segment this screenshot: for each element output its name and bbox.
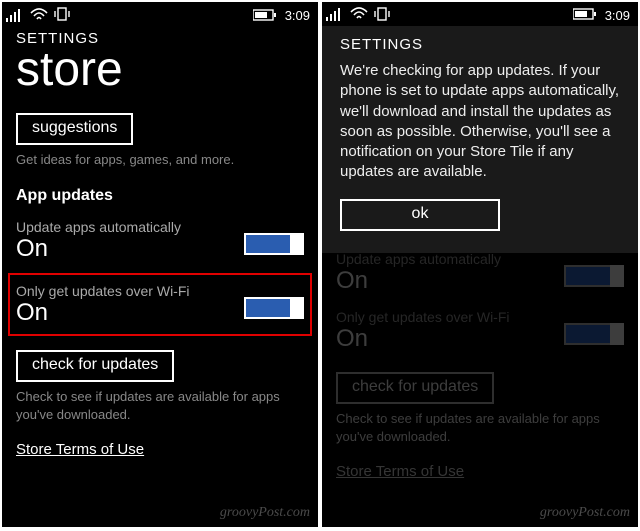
status-time: 3:09 xyxy=(605,8,630,23)
setting-wifi-only: Only get updates over Wi-Fi On xyxy=(336,305,624,363)
check-updates-hint: Check to see if updates are available fo… xyxy=(16,388,304,423)
ok-button[interactable]: ok xyxy=(340,199,500,231)
checking-updates-dialog: SETTINGS We're checking for app updates.… xyxy=(322,26,638,253)
auto-update-toggle[interactable] xyxy=(244,233,304,255)
wifi-only-toggle[interactable] xyxy=(244,297,304,319)
suggestions-hint: Get ideas for apps, games, and more. xyxy=(16,151,304,169)
watermark: groovyPost.com xyxy=(540,505,630,521)
vibrate-icon xyxy=(54,7,70,24)
watermark: groovyPost.com xyxy=(220,505,310,521)
wifi-only-toggle xyxy=(564,323,624,345)
wifi-icon xyxy=(350,7,368,24)
check-updates-button[interactable]: check for updates xyxy=(16,350,174,382)
phone-right: 3:09 Update apps automatically On Only g… xyxy=(322,2,638,527)
setting-auto-update: Update apps automatically On xyxy=(16,215,304,273)
dialog-body: We're checking for app updates. If your … xyxy=(340,61,620,183)
check-updates-button: check for updates xyxy=(336,372,494,404)
status-bar: 3:09 xyxy=(322,2,638,26)
suggestions-button[interactable]: suggestions xyxy=(16,113,133,145)
auto-update-toggle xyxy=(564,265,624,287)
status-bar: 3:09 xyxy=(2,2,318,26)
setting-auto-update: Update apps automatically On xyxy=(336,247,624,305)
battery-icon xyxy=(253,7,277,24)
wifi-icon xyxy=(30,6,48,25)
page-title: store xyxy=(16,45,304,95)
settings-store-screen: SETTINGS store suggestions Get ideas for… xyxy=(2,26,318,459)
setting-wifi-only: Only get updates over Wi-Fi On xyxy=(16,279,304,331)
app-updates-heading: App updates xyxy=(16,187,304,205)
phone-left: 3:09 SETTINGS store suggestions Get idea… xyxy=(2,2,318,527)
vibrate-icon xyxy=(374,7,390,24)
check-updates-hint: Check to see if updates are available fo… xyxy=(336,410,624,445)
status-time: 3:09 xyxy=(285,8,310,23)
signal-icon xyxy=(6,6,24,25)
store-terms-link: Store Terms of Use xyxy=(336,463,464,480)
settings-store-screen-dimmed: Update apps automatically On Only get up… xyxy=(322,247,638,481)
signal-icon xyxy=(326,7,344,24)
store-terms-link[interactable]: Store Terms of Use xyxy=(16,441,144,458)
dialog-title: SETTINGS xyxy=(340,36,620,53)
annotation-highlight: Only get updates over Wi-Fi On xyxy=(8,273,312,337)
battery-icon xyxy=(573,8,597,23)
